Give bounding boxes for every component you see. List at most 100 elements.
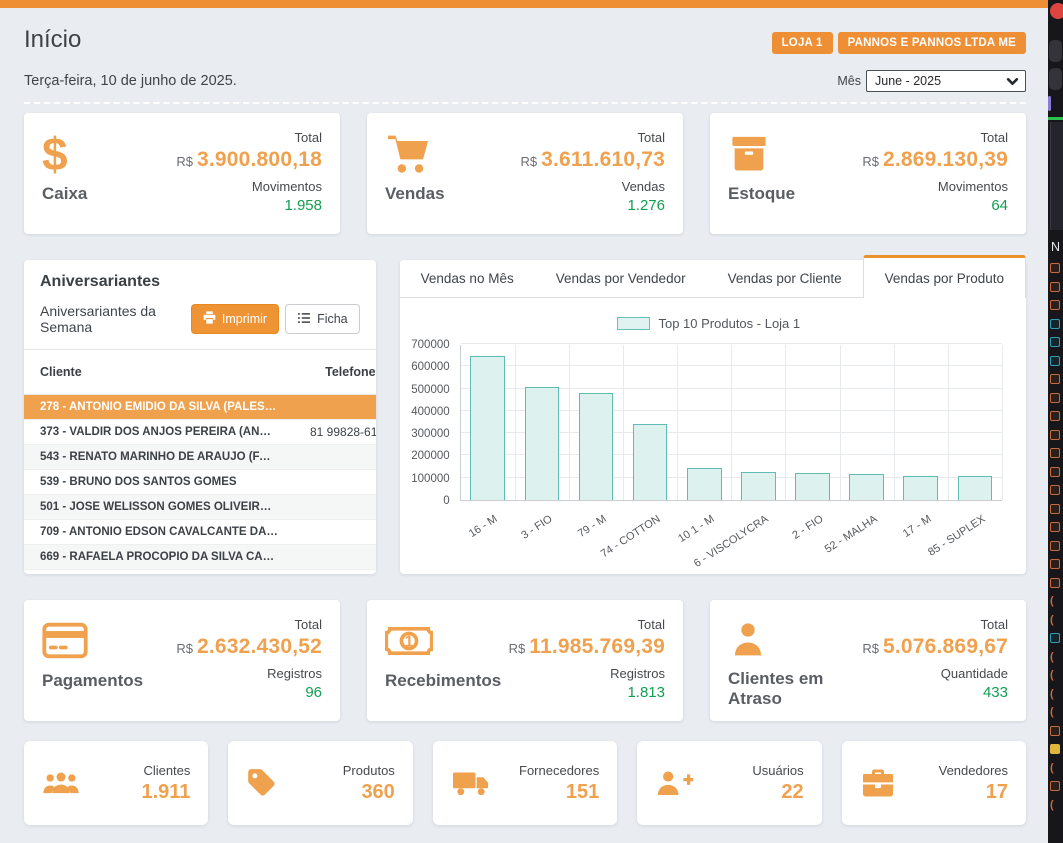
tag-icon <box>246 767 278 799</box>
strip-file-icon: ( <box>1050 652 1060 662</box>
estoque-card[interactable]: Estoque Total R$2.869.130,39 Movimentos … <box>710 113 1026 234</box>
column-header-cliente[interactable]: Cliente <box>24 350 294 395</box>
cell-telefone <box>294 395 376 420</box>
bar[interactable] <box>525 387 560 500</box>
column-header-telefone[interactable]: Telefone <box>294 350 376 395</box>
total-label: Total <box>295 617 322 632</box>
tab-vendas-no-m-s[interactable]: Vendas no Mês <box>400 260 535 297</box>
strip-file-icon <box>1050 744 1060 754</box>
pagamentos-card[interactable]: Pagamentos Total R$2.632.430,52 Registro… <box>24 600 340 721</box>
page-title: Início <box>24 26 81 54</box>
total-value: 3.900.800,18 <box>197 148 322 171</box>
dark-panel-edge <box>1050 122 1063 230</box>
mini-card-fornecedores[interactable]: Fornecedores 151 <box>433 741 617 825</box>
strip-file-icon <box>1050 430 1060 440</box>
chart-x-axis: 16 - M3 - FIO79 - M74 - COTTON10 1 - M6 … <box>460 505 1002 557</box>
total-label: Total <box>638 130 665 145</box>
bar[interactable] <box>741 472 776 500</box>
strip-file-icon <box>1050 504 1060 514</box>
ficha-button[interactable]: Ficha <box>285 304 360 334</box>
bar[interactable] <box>633 424 668 500</box>
table-row[interactable]: 539 - BRUNO DOS SANTOS GOMES09/06/1992 <box>24 470 376 495</box>
truck-icon <box>451 768 491 798</box>
strip-file-icon <box>1050 374 1060 384</box>
strip-letter: N <box>1051 240 1060 254</box>
mini-card-value: 1.911 <box>141 781 190 804</box>
bar[interactable] <box>687 468 722 500</box>
currency-prefix: R$ <box>509 641 526 656</box>
bar[interactable] <box>579 393 614 500</box>
total-value: 2.632.430,52 <box>197 635 322 658</box>
stats-row-top: $ Caixa Total R$3.900.800,18 Movimentos … <box>24 113 1026 234</box>
bar[interactable] <box>470 356 505 500</box>
stat-card-title: Caixa <box>42 184 87 204</box>
table-row[interactable]: 543 - RENATO MARINHO DE ARAUJO (FAZEND…0… <box>24 445 376 470</box>
strip-file-icon <box>1050 263 1060 273</box>
vendas-card[interactable]: Vendas Total R$3.611.610,73 Vendas 1.276 <box>367 113 683 234</box>
x-tick-label: 10 1 - M <box>676 513 716 545</box>
dark-pill-icon <box>1049 40 1062 62</box>
x-tick-label: 52 - MALHA <box>823 513 880 556</box>
bar[interactable] <box>849 474 884 500</box>
mini-card-usua-rios[interactable]: Usuários22 <box>637 741 821 825</box>
strip-file-icon <box>1050 282 1060 292</box>
table-row[interactable]: 669 - RAFAELA PROCOPIO DA SILVA CARVALHO… <box>24 545 376 570</box>
bar[interactable] <box>958 476 993 500</box>
table-row[interactable]: 501 - JOSE WELISSON GOMES OLIVEIRA (ELC…… <box>24 495 376 520</box>
stat-card-title: Clientes em Atraso <box>728 669 862 709</box>
print-button[interactable]: Imprimir <box>191 304 279 334</box>
tab-vendas-por-vendedor[interactable]: Vendas por Vendedor <box>535 260 707 297</box>
total-label: Total <box>295 130 322 145</box>
recebimentos-card[interactable]: 1 Recebimentos Total R$11.985.769,39 Reg… <box>367 600 683 721</box>
mini-card-vendedores[interactable]: Vendedores17 <box>842 741 1026 825</box>
print-button-label: Imprimir <box>222 312 267 326</box>
currency-prefix: R$ <box>521 154 538 169</box>
main-area: Início LOJA 1 PANNOS E PANNOS LTDA ME Te… <box>0 0 1048 843</box>
table-row[interactable]: 373 - VALDIR DOS ANJOS PEREIRA (ANGELA)8… <box>24 420 376 445</box>
dollar-icon: $ <box>42 128 87 180</box>
stat-card-title: Pagamentos <box>42 671 143 691</box>
strip-file-icon: ( <box>1050 707 1060 717</box>
mini-card-clientes[interactable]: Clientes1.911 <box>24 741 208 825</box>
table-row[interactable]: 309 - ANA SEVERINA PAES DA SILVA81 99671… <box>24 570 376 575</box>
count-label: Vendas <box>622 179 665 194</box>
strip-file-icon <box>1050 541 1060 551</box>
count-value: 64 <box>991 197 1008 214</box>
table-row[interactable]: 709 - ANTONIO EDSON CAVALCANTE DANTAS12/… <box>24 520 376 545</box>
table-row[interactable]: 278 - ANTONIO EMIDIO DA SILVA (PALESTINA… <box>24 395 376 420</box>
sales-tabs: Vendas no MêsVendas por VendedorVendas p… <box>400 260 1026 298</box>
chevron-down-icon <box>1006 75 1019 91</box>
stats-row-bottom: Pagamentos Total R$2.632.430,52 Registro… <box>24 600 1026 721</box>
y-tick-label: 100000 <box>400 473 450 485</box>
bar[interactable] <box>795 473 830 500</box>
list-icon <box>297 312 311 327</box>
green-progress-line <box>1048 117 1063 120</box>
mini-card-label: Fornecedores <box>519 763 599 778</box>
total-value: 5.076.869,67 <box>883 635 1008 658</box>
cell-cliente: 309 - ANA SEVERINA PAES DA SILVA <box>24 570 294 575</box>
mini-card-value: 151 <box>566 781 599 804</box>
stat-card-title: Recebimentos <box>385 671 501 691</box>
month-select[interactable]: June - 2025 <box>866 70 1026 92</box>
company-badge[interactable]: PANNOS E PANNOS LTDA ME <box>838 32 1026 54</box>
dark-pill-icon <box>1049 68 1062 90</box>
store-badge[interactable]: LOJA 1 <box>772 32 833 54</box>
cell-telefone: 81 99671-4146 <box>294 570 376 575</box>
legend-swatch <box>617 317 650 330</box>
clientes-atraso-card[interactable]: Clientes em Atraso Total R$5.076.869,67 … <box>710 600 1026 721</box>
caixa-card[interactable]: $ Caixa Total R$3.900.800,18 Movimentos … <box>24 113 340 234</box>
mini-card-produtos[interactable]: Produtos360 <box>228 741 412 825</box>
cell-cliente: 278 - ANTONIO EMIDIO DA SILVA (PALESTINA… <box>24 395 294 420</box>
tab-vendas-por-produto[interactable]: Vendas por Produto <box>863 255 1026 298</box>
currency-prefix: R$ <box>176 154 193 169</box>
strip-file-icon <box>1050 578 1060 588</box>
top-accent-bar <box>0 0 1048 8</box>
count-label: Movimentos <box>252 179 322 194</box>
currency-prefix: R$ <box>862 154 879 169</box>
red-dot-icon <box>1050 3 1063 19</box>
tab-vendas-por-cliente[interactable]: Vendas por Cliente <box>707 260 863 297</box>
bar[interactable] <box>903 476 938 500</box>
currency-prefix: R$ <box>862 641 879 656</box>
mini-card-value: 22 <box>781 781 803 804</box>
currency-prefix: R$ <box>176 641 193 656</box>
